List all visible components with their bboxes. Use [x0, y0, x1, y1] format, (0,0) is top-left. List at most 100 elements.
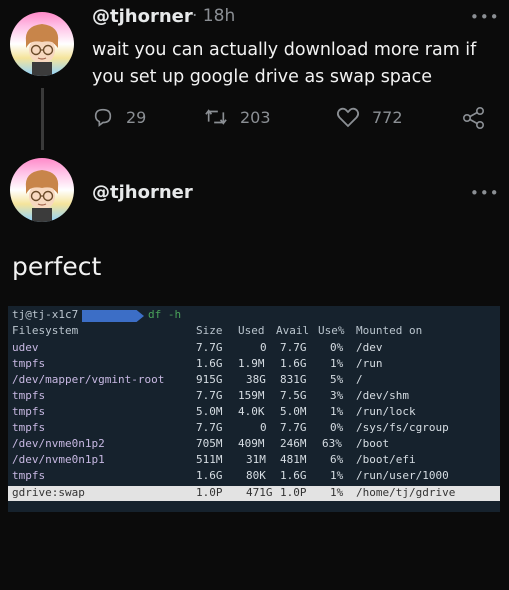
- cell-filesystem: tmpfs: [12, 357, 46, 370]
- cell-filesystem: /dev/nvme0n1p1: [12, 453, 105, 466]
- cell-size: 1.0P: [196, 486, 223, 499]
- tweet-text: perfect: [12, 252, 102, 281]
- table-row: /dev/mapper/vgmint-root 915G 38G 831G 5%…: [8, 373, 500, 388]
- tweet-text: wait you can actually download more ram …: [92, 40, 477, 87]
- cell-use-percent: 5%: [330, 373, 344, 386]
- avatar[interactable]: [10, 158, 74, 222]
- cell-mounted-on: /boot/efi: [356, 453, 416, 466]
- cell-use-percent: 63%: [322, 437, 342, 450]
- retweet-count: 203: [240, 107, 271, 127]
- cell-avail: 7.7G: [280, 341, 307, 354]
- author-handle[interactable]: @tjhorner: [92, 6, 193, 27]
- like-count: 772: [372, 107, 403, 127]
- table-row: tmpfs 1.6G 1.9M 1.6G 1% /run: [8, 357, 500, 372]
- cell-avail: 1.0P: [280, 486, 307, 499]
- cell-filesystem: gdrive:swap: [12, 486, 85, 499]
- cell-filesystem: tmpfs: [12, 469, 46, 482]
- cell-use-percent: 3%: [330, 389, 344, 402]
- cell-use-percent: 0%: [330, 421, 344, 434]
- table-row: /dev/nvme0n1p1 511M 31M 481M 6% /boot/ef…: [8, 453, 500, 468]
- cell-use-percent: 0%: [330, 341, 344, 354]
- table-row: udev 7.7G 0 7.7G 0% /dev: [8, 341, 500, 356]
- tweet-time[interactable]: · 18h: [192, 6, 235, 26]
- cell-avail: 7.7G: [280, 421, 307, 434]
- tweet-actions: 29 203 772: [92, 106, 502, 130]
- cell-filesystem: tmpfs: [12, 389, 46, 402]
- cell-filesystem: tmpfs: [12, 421, 46, 434]
- cell-used: 1.9M: [238, 357, 265, 370]
- more-options-icon[interactable]: •••: [470, 184, 500, 202]
- heart-icon: [336, 106, 360, 128]
- cell-used: 0: [260, 421, 267, 434]
- cell-used: 0: [260, 341, 267, 354]
- cell-used: 409M: [238, 437, 265, 450]
- like-button[interactable]: 772: [336, 106, 403, 128]
- cell-mounted-on: /home/tj/gdrive: [356, 486, 456, 499]
- cell-avail: 246M: [280, 437, 307, 450]
- cell-avail: 1.6G: [280, 357, 307, 370]
- cell-mounted-on: /run/lock: [356, 405, 416, 418]
- cell-used: 471G: [246, 486, 273, 499]
- table-header: Filesystem Size Used Avail Use% Mounted …: [8, 324, 500, 339]
- cell-size: 5.0M: [196, 405, 223, 418]
- author-handle[interactable]: @tjhorner: [92, 182, 193, 203]
- cell-use-percent: 1%: [330, 405, 344, 418]
- header-filesystem: Filesystem: [12, 324, 79, 337]
- cell-size: 915G: [196, 373, 223, 386]
- cell-size: 1.6G: [196, 357, 223, 370]
- cell-used: 31M: [246, 453, 266, 466]
- share-icon: [462, 106, 486, 130]
- avatar[interactable]: [10, 12, 74, 76]
- retweet-button[interactable]: 203: [204, 106, 271, 128]
- header-avail: Avail: [276, 324, 310, 337]
- cell-avail: 7.5G: [280, 389, 307, 402]
- cell-filesystem: /dev/nvme0n1p2: [12, 437, 105, 450]
- cell-filesystem: udev: [12, 341, 39, 354]
- prompt-command: df -h: [148, 308, 182, 321]
- table-row-highlighted: gdrive:swap 1.0P 471G 1.0P 1% /home/tj/g…: [8, 486, 500, 501]
- cell-avail: 5.0M: [280, 405, 307, 418]
- cell-size: 511M: [196, 453, 223, 466]
- table-row: tmpfs 1.6G 80K 1.6G 1% /run/user/1000: [8, 469, 500, 484]
- retweet-icon: [204, 106, 228, 128]
- cell-used: 4.0K: [238, 405, 265, 418]
- cell-size: 7.7G: [196, 341, 223, 354]
- reply-count: 29: [126, 107, 147, 127]
- header-used: Used: [238, 324, 265, 337]
- cell-used: 38G: [246, 373, 266, 386]
- table-row: /dev/nvme0n1p2 705M 409M 246M 63% /boot: [8, 437, 500, 452]
- cell-avail: 1.6G: [280, 469, 307, 482]
- prompt-arrow-icon: [82, 310, 144, 322]
- cell-mounted-on: /dev/shm: [356, 389, 409, 402]
- cell-use-percent: 6%: [330, 453, 344, 466]
- share-button[interactable]: [462, 106, 486, 130]
- cell-filesystem: tmpfs: [12, 405, 46, 418]
- table-row: tmpfs 7.7G 159M 7.5G 3% /dev/shm: [8, 389, 500, 404]
- cell-mounted-on: /sys/fs/cgroup: [356, 421, 449, 434]
- cell-filesystem: /dev/mapper/vgmint-root: [12, 373, 165, 386]
- cell-avail: 481M: [280, 453, 307, 466]
- cell-avail: 831G: [280, 373, 307, 386]
- prompt-user: tj@tj-x1c7: [12, 308, 79, 321]
- cell-used: 159M: [238, 389, 265, 402]
- header-mounted-on: Mounted on: [356, 324, 423, 337]
- cell-use-percent: 1%: [330, 357, 344, 370]
- reply-icon: [92, 106, 114, 128]
- table-row: tmpfs 7.7G 0 7.7G 0% /sys/fs/cgroup: [8, 421, 500, 436]
- cell-mounted-on: /: [356, 373, 363, 386]
- thread-line: [41, 88, 44, 150]
- cell-size: 7.7G: [196, 389, 223, 402]
- table-row: tmpfs 5.0M 4.0K 5.0M 1% /run/lock: [8, 405, 500, 420]
- header-use-percent: Use%: [318, 324, 345, 337]
- reply-button[interactable]: 29: [92, 106, 146, 128]
- more-options-icon[interactable]: •••: [470, 8, 500, 26]
- cell-use-percent: 1%: [330, 469, 344, 482]
- cell-size: 1.6G: [196, 469, 223, 482]
- cell-mounted-on: /dev: [356, 341, 383, 354]
- cell-mounted-on: /run/user/1000: [356, 469, 449, 482]
- cell-size: 705M: [196, 437, 223, 450]
- terminal-screenshot: tj@tj-x1c7 df -h Filesystem Size Used Av…: [8, 306, 500, 512]
- cell-size: 7.7G: [196, 421, 223, 434]
- cell-use-percent: 1%: [330, 486, 344, 499]
- cell-mounted-on: /run: [356, 357, 383, 370]
